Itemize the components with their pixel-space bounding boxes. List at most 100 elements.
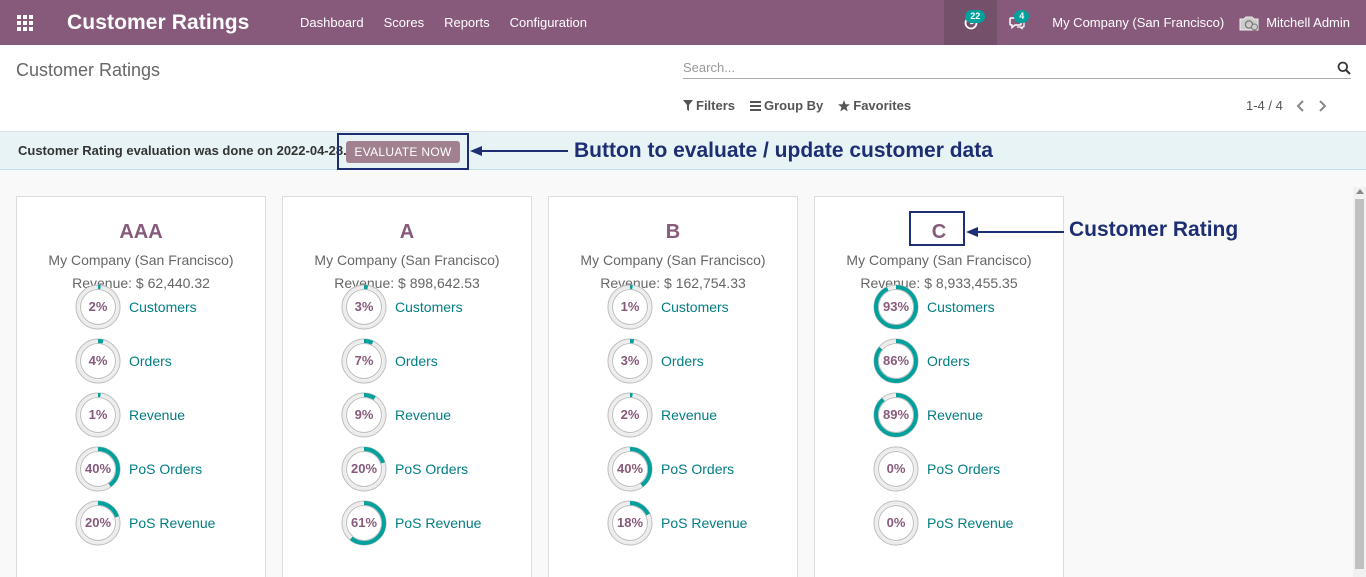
user-avatar-icon bbox=[1239, 16, 1259, 30]
metric-label[interactable]: Orders bbox=[661, 353, 704, 369]
user-menu[interactable]: Mitchell Admin bbox=[1238, 15, 1366, 31]
metric-label[interactable]: Customers bbox=[661, 299, 729, 315]
company-switcher[interactable]: My Company (San Francisco) bbox=[1045, 15, 1238, 30]
metric-row[interactable]: 89% Revenue bbox=[873, 392, 983, 438]
metric-row[interactable]: 7% Orders bbox=[341, 338, 438, 384]
metric-label[interactable]: Orders bbox=[395, 353, 438, 369]
metric-row[interactable]: 1% Revenue bbox=[75, 392, 185, 438]
progress-ring: 2% bbox=[75, 284, 121, 330]
rating-card[interactable]: A My Company (San Francisco) Revenue: $ 89… bbox=[282, 196, 532, 577]
metric-row[interactable]: 3% Orders bbox=[607, 338, 704, 384]
progress-ring: 3% bbox=[607, 338, 653, 384]
metric-label[interactable]: Revenue bbox=[395, 407, 451, 423]
menu-configuration[interactable]: Configuration bbox=[500, 0, 597, 45]
pager-value[interactable]: 1-4 / 4 bbox=[1246, 98, 1283, 113]
messages-button[interactable]: 4 bbox=[997, 0, 1037, 45]
company-name: My Company (San Francisco) bbox=[314, 252, 500, 268]
chevron-right-icon[interactable] bbox=[1318, 99, 1327, 112]
scrollbar[interactable] bbox=[1353, 187, 1366, 577]
metric-row[interactable]: 40% PoS Orders bbox=[75, 446, 202, 492]
metric-label[interactable]: Revenue bbox=[661, 407, 717, 423]
scrollbar-thumb[interactable] bbox=[1355, 199, 1364, 569]
user-name: Mitchell Admin bbox=[1266, 15, 1350, 30]
customer-rating-label: B bbox=[665, 221, 681, 243]
metric-percent: 40% bbox=[616, 461, 644, 476]
activity-count-badge: 22 bbox=[965, 10, 986, 23]
metric-row[interactable]: 4% Orders bbox=[75, 338, 172, 384]
menu-scores[interactable]: Scores bbox=[374, 0, 434, 45]
menu-dashboard[interactable]: Dashboard bbox=[283, 0, 374, 45]
company-name: My Company (San Francisco) bbox=[846, 252, 1032, 268]
metric-percent: 18% bbox=[616, 515, 644, 530]
metric-row[interactable]: 0% PoS Revenue bbox=[873, 500, 1013, 546]
progress-ring: 3% bbox=[341, 284, 387, 330]
group-by-dropdown[interactable]: Group By bbox=[750, 98, 823, 113]
metric-row[interactable]: 20% PoS Revenue bbox=[75, 500, 215, 546]
metric-label[interactable]: PoS Revenue bbox=[129, 515, 215, 531]
metric-percent: 89% bbox=[882, 407, 910, 422]
metric-row[interactable]: 0% PoS Orders bbox=[873, 446, 1000, 492]
metric-row[interactable]: 3% Customers bbox=[341, 284, 463, 330]
metric-label[interactable]: Customers bbox=[927, 299, 995, 315]
evaluate-now-button[interactable]: EVALUATE NOW bbox=[346, 141, 460, 163]
metric-label[interactable]: PoS Orders bbox=[661, 461, 734, 477]
rating-highlight-frame bbox=[909, 211, 965, 246]
metric-row[interactable]: 93% Customers bbox=[873, 284, 995, 330]
control-panel: Customer Ratings Filters Group By Favori… bbox=[0, 45, 1366, 132]
metric-label[interactable]: Orders bbox=[927, 353, 970, 369]
rating-card[interactable]: AAA My Company (San Francisco) Revenue: $ … bbox=[16, 196, 266, 577]
menu-reports[interactable]: Reports bbox=[434, 0, 500, 45]
progress-ring: 40% bbox=[607, 446, 653, 492]
metric-label[interactable]: Revenue bbox=[927, 407, 983, 423]
metric-row[interactable]: 40% PoS Orders bbox=[607, 446, 734, 492]
customer-rating-label: AAA bbox=[119, 221, 163, 243]
group-by-label: Group By bbox=[764, 98, 824, 113]
activity-button[interactable]: 22 bbox=[944, 0, 998, 45]
filters-dropdown[interactable]: Filters bbox=[683, 98, 735, 113]
rating-card[interactable]: C My Company (San Francisco) Revenue: $ 8,… bbox=[814, 196, 1064, 577]
metric-row[interactable]: 20% PoS Orders bbox=[341, 446, 468, 492]
evaluation-alert-text: Customer Rating evaluation was done on 2… bbox=[18, 143, 347, 158]
rating-card[interactable]: B My Company (San Francisco) Revenue: $ 16… bbox=[548, 196, 798, 577]
evaluate-annotation: Button to evaluate / update customer dat… bbox=[574, 139, 993, 162]
metric-row[interactable]: 86% Orders bbox=[873, 338, 970, 384]
metric-label[interactable]: Revenue bbox=[129, 407, 185, 423]
metric-percent: 0% bbox=[886, 515, 906, 530]
metric-row[interactable]: 1% Customers bbox=[607, 284, 729, 330]
search-input[interactable] bbox=[683, 60, 1323, 75]
metric-row[interactable]: 18% PoS Revenue bbox=[607, 500, 747, 546]
favorites-dropdown[interactable]: Favorites bbox=[838, 98, 911, 113]
metric-percent: 3% bbox=[620, 353, 640, 368]
metric-label[interactable]: Orders bbox=[129, 353, 172, 369]
progress-ring: 89% bbox=[873, 392, 919, 438]
progress-ring: 0% bbox=[873, 500, 919, 546]
progress-ring: 1% bbox=[75, 392, 121, 438]
metric-percent: 93% bbox=[882, 299, 910, 314]
scroll-up-arrow-icon[interactable] bbox=[1356, 189, 1364, 194]
list-icon bbox=[750, 100, 762, 111]
metric-label[interactable]: PoS Orders bbox=[927, 461, 1000, 477]
metric-label[interactable]: PoS Revenue bbox=[927, 515, 1013, 531]
metric-row[interactable]: 2% Customers bbox=[75, 284, 197, 330]
metric-label[interactable]: PoS Orders bbox=[395, 461, 468, 477]
metric-percent: 20% bbox=[350, 461, 378, 476]
chevron-left-icon[interactable] bbox=[1296, 99, 1305, 112]
app-title[interactable]: Customer Ratings bbox=[67, 11, 283, 35]
metric-row[interactable]: 2% Revenue bbox=[607, 392, 717, 438]
search-icon[interactable] bbox=[1337, 61, 1351, 75]
metric-percent: 0% bbox=[886, 461, 906, 476]
customer-rating-label: A bbox=[399, 221, 415, 243]
metric-row[interactable]: 9% Revenue bbox=[341, 392, 451, 438]
metric-percent: 9% bbox=[354, 407, 374, 422]
filter-icon bbox=[683, 100, 693, 111]
apps-menu-icon[interactable] bbox=[0, 0, 50, 45]
metric-label[interactable]: PoS Orders bbox=[129, 461, 202, 477]
metric-row[interactable]: 61% PoS Revenue bbox=[341, 500, 481, 546]
search-bar bbox=[683, 57, 1351, 79]
metric-percent: 86% bbox=[882, 353, 910, 368]
metric-label[interactable]: PoS Revenue bbox=[661, 515, 747, 531]
metric-percent: 40% bbox=[84, 461, 112, 476]
metric-label[interactable]: PoS Revenue bbox=[395, 515, 481, 531]
metric-label[interactable]: Customers bbox=[129, 299, 197, 315]
metric-label[interactable]: Customers bbox=[395, 299, 463, 315]
